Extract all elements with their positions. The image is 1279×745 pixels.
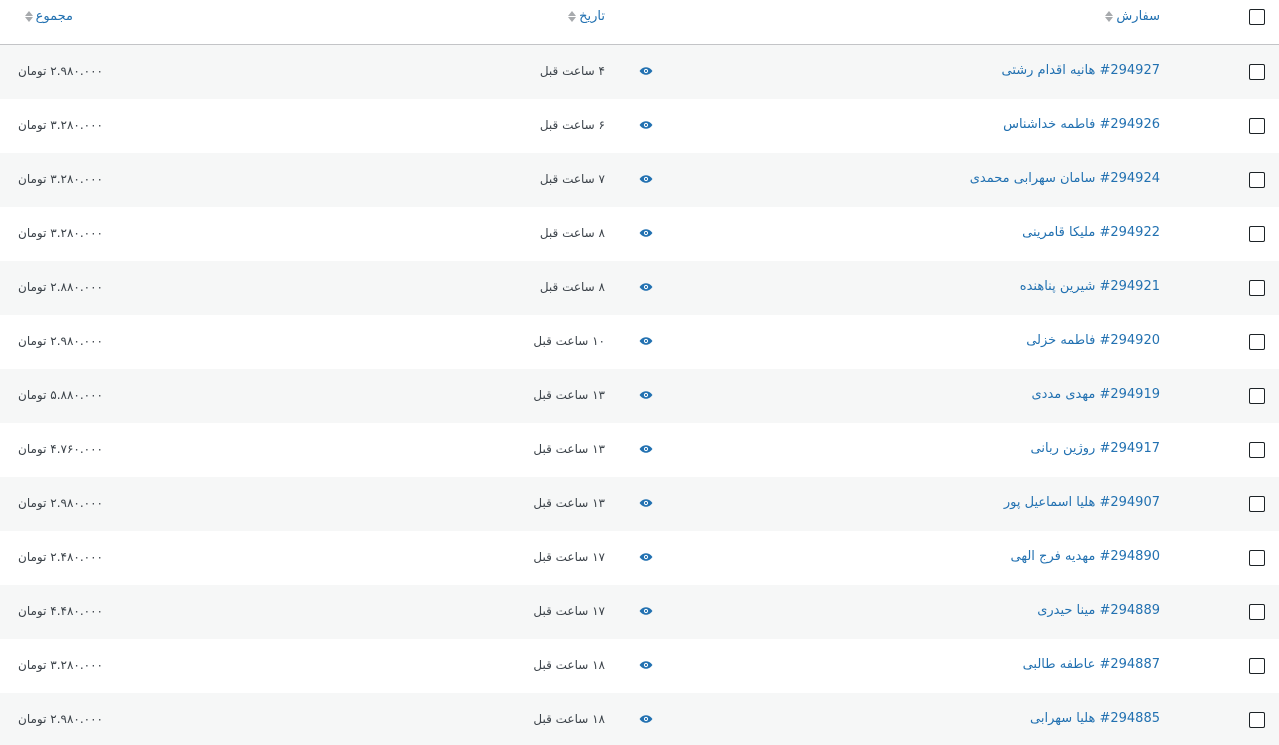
table-row: #294921 شیرین پناهنده ۸ ساعت قبل ۲.۸۸۰.۰… xyxy=(0,261,1279,315)
column-header-order[interactable]: سفارش xyxy=(1105,9,1160,24)
table-row: #294887 عاطفه طالبی ۱۸ ساعت قبل ۳.۲۸۰.۰۰… xyxy=(0,639,1279,693)
order-total: ۳.۲۸۰.۰۰۰ تومان xyxy=(18,172,103,186)
table-row: #294926 فاطمه خداشناس ۶ ساعت قبل ۳.۲۸۰.۰… xyxy=(0,99,1279,153)
preview-eye-icon[interactable] xyxy=(639,498,653,508)
preview-eye-icon[interactable] xyxy=(639,660,653,670)
order-date: ۸ ساعت قبل xyxy=(539,280,605,294)
preview-eye-icon[interactable] xyxy=(639,228,653,238)
preview-eye-icon[interactable] xyxy=(639,444,653,454)
table-row: #294922 ملیکا قامرینی ۸ ساعت قبل ۳.۲۸۰.۰… xyxy=(0,207,1279,261)
order-total: ۲.۹۸۰.۰۰۰ تومان xyxy=(18,712,103,726)
order-date: ۴ ساعت قبل xyxy=(539,64,605,78)
order-link[interactable]: #294922 ملیکا قامرینی xyxy=(1022,225,1160,240)
row-checkbox[interactable] xyxy=(1249,658,1265,674)
row-checkbox[interactable] xyxy=(1249,442,1265,458)
row-checkbox[interactable] xyxy=(1249,496,1265,512)
order-link[interactable]: #294919 مهدی مددی xyxy=(1031,387,1160,402)
order-total: ۵.۸۸۰.۰۰۰ تومان xyxy=(18,388,103,402)
preview-eye-icon[interactable] xyxy=(639,174,653,184)
table-row: #294907 هلیا اسماعیل پور ۱۳ ساعت قبل ۲.۹… xyxy=(0,477,1279,531)
order-date: ۸ ساعت قبل xyxy=(539,226,605,240)
order-total: ۳.۲۸۰.۰۰۰ تومان xyxy=(18,118,103,132)
preview-eye-icon[interactable] xyxy=(639,282,653,292)
row-checkbox[interactable] xyxy=(1249,226,1265,242)
order-date: ۱۳ ساعت قبل xyxy=(533,442,605,456)
order-date: ۱۷ ساعت قبل xyxy=(533,550,605,564)
order-date: ۱۰ ساعت قبل xyxy=(533,334,605,348)
order-date: ۱۸ ساعت قبل xyxy=(533,712,605,726)
order-total: ۲.۴۸۰.۰۰۰ تومان xyxy=(18,550,103,564)
order-total: ۴.۴۸۰.۰۰۰ تومان xyxy=(18,604,103,618)
row-checkbox[interactable] xyxy=(1249,280,1265,296)
sort-icon xyxy=(1105,10,1114,23)
sort-icon xyxy=(24,10,33,23)
column-header-total[interactable]: مجموع xyxy=(24,9,73,24)
row-checkbox[interactable] xyxy=(1249,604,1265,620)
order-link[interactable]: #294890 مهدیه فرج الهی xyxy=(1011,549,1160,564)
preview-eye-icon[interactable] xyxy=(639,606,653,616)
order-date: ۱۳ ساعت قبل xyxy=(533,388,605,402)
row-checkbox[interactable] xyxy=(1249,388,1265,404)
preview-eye-icon[interactable] xyxy=(639,552,653,562)
order-link[interactable]: #294917 روژین ربانی xyxy=(1031,441,1160,456)
order-link[interactable]: #294920 فاطمه خزلی xyxy=(1026,333,1160,348)
order-link[interactable]: #294926 فاطمه خداشناس xyxy=(1003,117,1160,132)
order-date: ۱۳ ساعت قبل xyxy=(533,496,605,510)
table-row: #294924 سامان سهرابی محمدی ۷ ساعت قبل ۳.… xyxy=(0,153,1279,207)
preview-eye-icon[interactable] xyxy=(639,120,653,130)
preview-eye-icon[interactable] xyxy=(639,66,653,76)
table-body: #294927 هانیه اقدام رشتی ۴ ساعت قبل ۲.۹۸… xyxy=(0,45,1279,745)
column-header-date[interactable]: تاریخ xyxy=(568,9,605,24)
order-total: ۲.۸۸۰.۰۰۰ تومان xyxy=(18,280,103,294)
order-total: ۲.۹۸۰.۰۰۰ تومان xyxy=(18,334,103,348)
order-link[interactable]: #294887 عاطفه طالبی xyxy=(1023,657,1160,672)
preview-eye-icon[interactable] xyxy=(639,336,653,346)
order-date: ۷ ساعت قبل xyxy=(539,172,605,186)
order-link[interactable]: #294927 هانیه اقدام رشتی xyxy=(1002,63,1161,78)
table-row: #294927 هانیه اقدام رشتی ۴ ساعت قبل ۲.۹۸… xyxy=(0,45,1279,99)
table-header: سفارش تاریخ مجموع xyxy=(0,0,1279,45)
table-row: #294919 مهدی مددی ۱۳ ساعت قبل ۵.۸۸۰.۰۰۰ … xyxy=(0,369,1279,423)
table-row: #294917 روژین ربانی ۱۳ ساعت قبل ۴.۷۶۰.۰۰… xyxy=(0,423,1279,477)
orders-table: سفارش تاریخ مجموع #294927 هانیه اقدام رش… xyxy=(0,0,1279,745)
order-total: ۲.۹۸۰.۰۰۰ تومان xyxy=(18,64,103,78)
order-link[interactable]: #294907 هلیا اسماعیل پور xyxy=(1004,495,1160,510)
table-row: #294889 مینا حیدری ۱۷ ساعت قبل ۴.۴۸۰.۰۰۰… xyxy=(0,585,1279,639)
order-link[interactable]: #294889 مینا حیدری xyxy=(1037,603,1160,618)
table-row: #294920 فاطمه خزلی ۱۰ ساعت قبل ۲.۹۸۰.۰۰۰… xyxy=(0,315,1279,369)
row-checkbox[interactable] xyxy=(1249,334,1265,350)
row-checkbox[interactable] xyxy=(1249,118,1265,134)
order-date: ۱۸ ساعت قبل xyxy=(533,658,605,672)
order-link[interactable]: #294921 شیرین پناهنده xyxy=(1020,279,1160,294)
order-total: ۳.۲۸۰.۰۰۰ تومان xyxy=(18,658,103,672)
row-checkbox[interactable] xyxy=(1249,712,1265,728)
row-checkbox[interactable] xyxy=(1249,550,1265,566)
column-header-order-label: سفارش xyxy=(1116,9,1160,24)
order-link[interactable]: #294885 هلیا سهرابی xyxy=(1030,711,1160,726)
order-date: ۱۷ ساعت قبل xyxy=(533,604,605,618)
preview-eye-icon[interactable] xyxy=(639,390,653,400)
table-row: #294885 هلیا سهرابی ۱۸ ساعت قبل ۲.۹۸۰.۰۰… xyxy=(0,693,1279,745)
column-header-date-label: تاریخ xyxy=(579,9,605,24)
order-date: ۶ ساعت قبل xyxy=(539,118,605,132)
table-row: #294890 مهدیه فرج الهی ۱۷ ساعت قبل ۲.۴۸۰… xyxy=(0,531,1279,585)
row-checkbox[interactable] xyxy=(1249,172,1265,188)
order-total: ۲.۹۸۰.۰۰۰ تومان xyxy=(18,496,103,510)
order-link[interactable]: #294924 سامان سهرابی محمدی xyxy=(970,171,1160,186)
select-all-checkbox[interactable] xyxy=(1249,9,1265,25)
sort-icon xyxy=(568,10,577,23)
order-total: ۴.۷۶۰.۰۰۰ تومان xyxy=(18,442,103,456)
preview-eye-icon[interactable] xyxy=(639,714,653,724)
column-header-total-label: مجموع xyxy=(35,9,73,24)
order-total: ۳.۲۸۰.۰۰۰ تومان xyxy=(18,226,103,240)
row-checkbox[interactable] xyxy=(1249,64,1265,80)
